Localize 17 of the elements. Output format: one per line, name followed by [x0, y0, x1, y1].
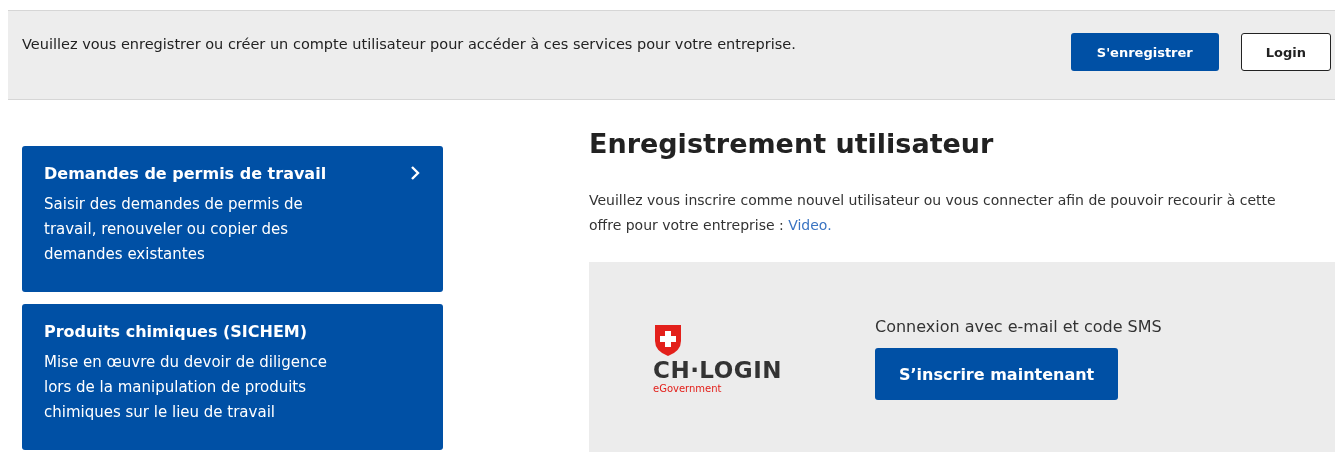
- video-link[interactable]: Video.: [788, 217, 832, 233]
- logo-text: CH·LOGIN: [653, 357, 782, 383]
- service-card[interactable]: Demandes de permis de travail Saisir des demandes de permis de travail, renouveler ou copier des demandes existantes: [22, 146, 443, 292]
- swiss-shield-icon: [653, 323, 683, 357]
- banner-text: Veuillez vous enregistrer ou créer un compte utilisateur pour accéder à ces services pour votre entreprise.: [22, 35, 796, 52]
- card-description: Mise en œuvre du devoir de diligence lors de la manipulation de produits chimiques sur le lieu de travail: [44, 352, 328, 423]
- login-caption: Connexion avec e-mail et code SMS: [875, 317, 1162, 336]
- service-card[interactable]: Produits chimiques (SICHEM) Mise en œuvre du devoir de diligence lors de la manipulation de produits chimiques sur le lieu de travail: [22, 304, 443, 450]
- logo-tagline: eGovernment: [653, 383, 722, 394]
- card-title: Produits chimiques (SICHEM): [44, 321, 308, 341]
- signup-button[interactable]: S’inscrire maintenant: [875, 348, 1119, 400]
- banner-button[interactable]: Login: [1240, 33, 1331, 71]
- banner-button[interactable]: S'enregistrer: [1070, 33, 1219, 71]
- intro-paragraph: Veuillez vous inscrire comme nouvel utilisateur ou vous connecter afin de pouvoir recourir à cette offre pour votre entreprise : Video.: [589, 191, 1277, 235]
- page-heading: Enregistrement utilisateur: [589, 128, 995, 161]
- card-description: Saisir des demandes de permis de travail, renouveler ou copier des demandes existantes: [44, 194, 304, 265]
- card-title: Demandes de permis de travail: [44, 163, 327, 183]
